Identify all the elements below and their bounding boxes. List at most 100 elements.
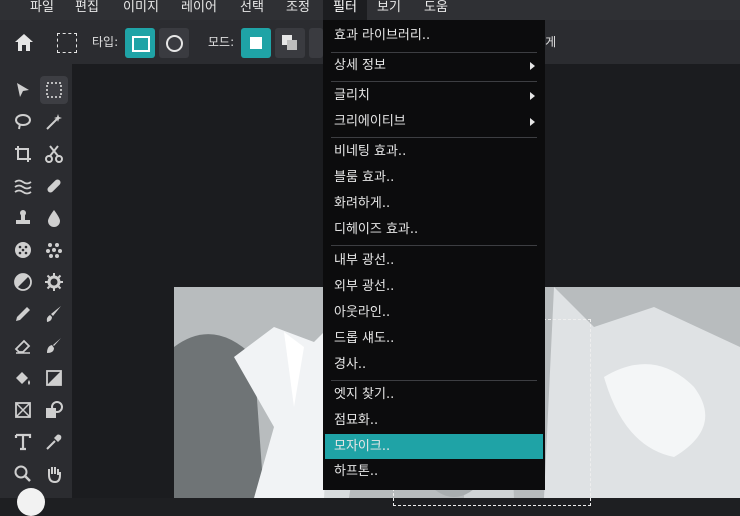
home-button[interactable] xyxy=(12,31,36,55)
mode-subtract-button[interactable] xyxy=(309,28,323,58)
pencil-icon xyxy=(16,307,30,321)
menu-item-halftone[interactable]: 하프톤.. xyxy=(323,460,545,484)
sharpen-tool[interactable] xyxy=(40,268,68,296)
hand-tool[interactable] xyxy=(40,460,68,488)
frame-tool[interactable] xyxy=(9,396,37,424)
menu-separator xyxy=(331,380,537,381)
gradient-square-icon xyxy=(46,370,62,386)
dots-circle-icon xyxy=(15,242,31,258)
submenu-arrow-icon xyxy=(530,62,535,70)
mode-add-button[interactable] xyxy=(275,28,305,58)
menu-item-label: 외부 광선.. xyxy=(334,279,395,294)
magic-wand-icon xyxy=(46,114,62,130)
zoom-tool[interactable] xyxy=(9,460,37,488)
menu-item-label: 모자이크.. xyxy=(334,439,391,454)
hand-icon xyxy=(48,467,61,483)
dots-cluster-icon xyxy=(46,243,62,258)
menu-item-outer-glow[interactable]: 외부 광선.. xyxy=(323,275,545,299)
menu-item-label: 블룸 효과.. xyxy=(334,170,395,185)
eyedropper-icon xyxy=(46,434,62,450)
pattern-tool[interactable] xyxy=(40,236,68,264)
crop-tool[interactable] xyxy=(9,140,37,168)
replace-color-tool[interactable] xyxy=(40,332,68,360)
menu-item-bloom[interactable]: 블룸 효과.. xyxy=(323,166,545,190)
menu-item-bevel[interactable]: 경사.. xyxy=(323,353,545,377)
home-icon xyxy=(15,34,33,51)
frame-icon xyxy=(15,402,31,418)
menu-separator xyxy=(331,52,537,53)
menu-item-glitch[interactable]: 글리치 xyxy=(323,84,545,108)
magic-wand-tool[interactable] xyxy=(40,108,68,136)
menu-item-find-edges[interactable]: 엣지 찾기.. xyxy=(323,383,545,407)
menu-item-creative[interactable]: 크리에이티브 xyxy=(323,110,545,134)
menu-item-label: 드롭 섀도.. xyxy=(334,331,395,346)
pencil-tool[interactable] xyxy=(9,300,37,328)
menu-item-label: 크리에이티브 xyxy=(334,114,406,129)
fill-tool[interactable] xyxy=(9,364,37,392)
menu-item-label: 내부 광선.. xyxy=(334,253,395,268)
menu-item-effects-library[interactable]: 효과 라이브러리.. xyxy=(323,24,545,48)
marquee-option-icon[interactable] xyxy=(57,33,77,53)
gear-icon xyxy=(45,273,63,291)
eraser-tool[interactable] xyxy=(9,332,37,360)
brush-icon xyxy=(46,306,61,322)
type-rectangle-button[interactable] xyxy=(125,28,155,58)
text-tool[interactable] xyxy=(9,428,37,456)
menu-adjust[interactable]: 조정 xyxy=(282,0,314,20)
move-tool[interactable] xyxy=(9,76,37,104)
bandage-icon xyxy=(47,179,61,193)
stamp-icon xyxy=(16,210,30,224)
type-ellipse-button[interactable] xyxy=(159,28,189,58)
shape-tool[interactable] xyxy=(40,396,68,424)
menu-filter[interactable]: 필터 xyxy=(323,0,367,20)
brush-tool[interactable] xyxy=(40,300,68,328)
menu-item-vivid[interactable]: 화려하게.. xyxy=(323,192,545,216)
drop-icon xyxy=(48,210,60,227)
menu-select[interactable]: 선택 xyxy=(236,0,268,20)
mode-label: 모드: xyxy=(208,35,235,49)
healing-tool[interactable] xyxy=(40,172,68,200)
eraser-icon xyxy=(14,339,31,354)
menu-item-pointillize[interactable]: 점묘화.. xyxy=(323,409,545,433)
menu-item-mosaic[interactable]: 모자이크.. xyxy=(325,434,543,459)
menu-item-details[interactable]: 상세 정보 xyxy=(323,54,545,78)
clone-stamp-tool[interactable] xyxy=(9,204,37,232)
left-toolbar xyxy=(0,64,72,516)
eyedropper-tool[interactable] xyxy=(40,428,68,456)
menu-item-outline[interactable]: 아웃라인.. xyxy=(323,301,545,325)
ellipse-icon xyxy=(166,35,183,52)
menu-view[interactable]: 보기 xyxy=(373,0,405,20)
lasso-tool[interactable] xyxy=(9,108,37,136)
paint-bucket-icon xyxy=(16,372,30,385)
menu-item-label: 엣지 찾기.. xyxy=(334,387,395,402)
menu-image[interactable]: 이미지 xyxy=(118,0,164,20)
color-brush-icon xyxy=(47,338,61,353)
menu-item-inner-glow[interactable]: 내부 광선.. xyxy=(323,249,545,273)
arrow-cursor-icon xyxy=(17,83,29,97)
lasso-icon xyxy=(15,114,31,130)
sponge-tool[interactable] xyxy=(9,236,37,264)
menu-item-label: 화려하게.. xyxy=(334,196,391,211)
menu-file[interactable]: 파일 xyxy=(26,0,58,20)
mode-new-button[interactable] xyxy=(241,28,271,58)
marquee-tool[interactable] xyxy=(40,76,68,104)
submenu-arrow-icon xyxy=(530,92,535,100)
menu-edit[interactable]: 편집 xyxy=(71,0,103,20)
cut-tool[interactable] xyxy=(40,140,68,168)
dodge-burn-tool[interactable] xyxy=(9,268,37,296)
menu-item-label: 아웃라인.. xyxy=(334,305,391,320)
gradient-tool[interactable] xyxy=(40,364,68,392)
liquify-tool[interactable] xyxy=(9,172,37,200)
menu-help[interactable]: 도움 xyxy=(420,0,452,20)
foreground-color-swatch[interactable] xyxy=(17,488,45,516)
blur-tool[interactable] xyxy=(40,204,68,232)
union-icon-part xyxy=(287,40,297,50)
menu-item-drop-shadow[interactable]: 드롭 섀도.. xyxy=(323,327,545,351)
menu-item-vignette[interactable]: 비네팅 효과.. xyxy=(323,140,545,164)
menu-item-dehaze[interactable]: 디헤이즈 효과.. xyxy=(323,218,545,242)
menu-layer[interactable]: 레이어 xyxy=(176,0,222,20)
wave-icon xyxy=(14,179,32,195)
text-icon xyxy=(14,433,32,451)
menu-item-label: 효과 라이브러리.. xyxy=(334,28,431,43)
menu-item-label: 디헤이즈 효과.. xyxy=(334,222,419,237)
